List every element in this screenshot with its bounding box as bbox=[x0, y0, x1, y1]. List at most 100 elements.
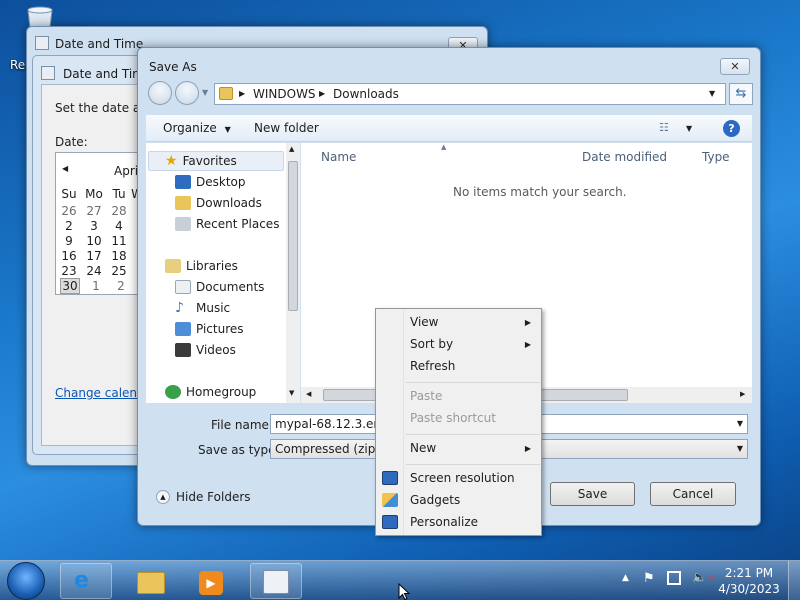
refresh-icon[interactable]: ⇆ bbox=[729, 83, 753, 105]
calendar-day[interactable]: 16 bbox=[58, 249, 80, 263]
calendar-day[interactable]: 10 bbox=[83, 234, 105, 248]
internet-explorer-icon: e bbox=[74, 568, 89, 593]
breadcrumb-separator-icon: ▶ bbox=[239, 89, 246, 98]
start-button[interactable] bbox=[7, 562, 45, 600]
date-label: Date: bbox=[55, 135, 88, 149]
cancel-button[interactable]: Cancel bbox=[650, 482, 736, 506]
calendar-prev-icon[interactable]: ◀ bbox=[62, 164, 68, 173]
calendar-day[interactable]: 1 bbox=[85, 279, 107, 293]
column-header-date-modified[interactable]: Date modified bbox=[582, 150, 667, 164]
menu-item-paste-shortcut[interactable]: Paste shortcut bbox=[410, 411, 496, 425]
sidebar-item-label: Desktop bbox=[196, 175, 246, 189]
calendar-day[interactable]: 4 bbox=[108, 219, 130, 233]
mouse-cursor-icon bbox=[398, 583, 411, 600]
calendar-day[interactable]: 24 bbox=[83, 264, 105, 278]
sidebar-item-videos[interactable]: Videos bbox=[175, 343, 236, 357]
clock-date[interactable]: 4/30/2023 bbox=[718, 582, 780, 596]
calendar-day[interactable]: 9 bbox=[58, 234, 80, 248]
column-header-name[interactable]: Name bbox=[321, 150, 356, 164]
save-as-type-label: Save as type: bbox=[198, 443, 280, 457]
view-options-icon[interactable]: ☷ bbox=[659, 121, 669, 134]
calendar-day[interactable]: 28 bbox=[108, 204, 130, 218]
calendar-day[interactable]: 17 bbox=[83, 249, 105, 263]
organize-label: Organize bbox=[163, 121, 217, 135]
chevron-down-icon: ▼ bbox=[224, 125, 231, 134]
recent-locations-chevron-icon[interactable]: ▼ bbox=[202, 88, 208, 97]
empty-message: No items match your search. bbox=[453, 185, 627, 199]
taskbar-file-explorer[interactable] bbox=[124, 563, 176, 599]
scroll-left-icon[interactable]: ◀ bbox=[306, 390, 311, 398]
clock-time[interactable]: 2:21 PM bbox=[718, 566, 780, 580]
calendar-day[interactable]: 2 bbox=[58, 219, 80, 233]
scrollbar-thumb[interactable] bbox=[288, 161, 298, 311]
sidebar-item-downloads[interactable]: Downloads bbox=[175, 196, 262, 210]
show-desktop-button[interactable] bbox=[788, 561, 800, 600]
calendar-day[interactable]: 26 bbox=[58, 204, 80, 218]
calendar-day[interactable]: 25 bbox=[108, 264, 130, 278]
action-center-flag-icon[interactable]: ⚑ bbox=[643, 571, 655, 586]
homegroup-icon bbox=[165, 385, 181, 399]
column-header-type[interactable]: Type bbox=[702, 150, 730, 164]
save-button[interactable]: Save bbox=[550, 482, 635, 506]
sidebar-item-homegroup[interactable]: Homegroup bbox=[165, 385, 256, 399]
chevron-down-icon[interactable]: ▼ bbox=[709, 89, 715, 98]
breadcrumb-item[interactable]: WINDOWS bbox=[253, 87, 316, 101]
menu-item-refresh[interactable]: Refresh bbox=[410, 359, 455, 373]
submenu-arrow-icon: ▶ bbox=[524, 444, 531, 453]
hide-folders-button[interactable]: ▲ Hide Folders bbox=[156, 490, 251, 504]
address-bar[interactable]: ▶ WINDOWS ▶ Downloads ▼ bbox=[214, 83, 726, 105]
new-folder-button[interactable]: New folder bbox=[254, 121, 319, 135]
chevron-down-icon[interactable]: ▼ bbox=[737, 415, 743, 433]
context-menu: View ▶ Sort by ▶ Refresh Paste Paste sho… bbox=[375, 308, 542, 536]
sort-indicator-icon: ▲ bbox=[441, 143, 447, 151]
network-icon[interactable] bbox=[667, 571, 681, 585]
sidebar-item-pictures[interactable]: Pictures bbox=[175, 322, 244, 336]
documents-icon bbox=[175, 280, 191, 294]
calendar-day[interactable]: 18 bbox=[108, 249, 130, 263]
calendar-day[interactable]: 3 bbox=[83, 219, 105, 233]
chevron-down-icon[interactable]: ▼ bbox=[737, 440, 743, 458]
chevron-down-icon[interactable]: ▼ bbox=[686, 124, 692, 133]
volume-muted-icon[interactable]: 🔈✕ bbox=[692, 570, 715, 584]
sidebar-item-documents[interactable]: Documents bbox=[175, 280, 264, 294]
sidebar-item-desktop[interactable]: Desktop bbox=[175, 175, 246, 189]
calendar-month-label[interactable]: Apri bbox=[114, 164, 138, 178]
weekday-header: Su bbox=[61, 187, 77, 201]
scroll-right-icon[interactable]: ▶ bbox=[740, 390, 745, 398]
menu-item-view[interactable]: View bbox=[410, 315, 438, 329]
taskbar-internet-explorer[interactable]: e bbox=[60, 563, 112, 599]
sidebar-item-music[interactable]: ♪ Music bbox=[175, 301, 230, 315]
videos-icon bbox=[175, 343, 191, 357]
menu-item-paste[interactable]: Paste bbox=[410, 389, 442, 403]
calendar-day[interactable]: 11 bbox=[108, 234, 130, 248]
menu-item-sort-by[interactable]: Sort by bbox=[410, 337, 453, 351]
sidebar-item-recent-places[interactable]: Recent Places bbox=[175, 217, 279, 231]
calendar-day-selected[interactable]: 30 bbox=[60, 278, 80, 294]
calendar-day[interactable]: 23 bbox=[58, 264, 80, 278]
menu-item-screen-resolution[interactable]: Screen resolution bbox=[410, 471, 515, 485]
forward-button[interactable] bbox=[175, 81, 199, 105]
show-hidden-icons-icon[interactable]: ▲ bbox=[622, 573, 629, 583]
breadcrumb-item[interactable]: Downloads bbox=[333, 87, 399, 101]
sidebar-item-libraries[interactable]: Libraries bbox=[165, 259, 238, 273]
calendar-day[interactable]: 27 bbox=[83, 204, 105, 218]
sidebar-item-label: Homegroup bbox=[186, 385, 257, 399]
calendar[interactable]: ◀ Apri Su Mo Tu W 26 27 28 2 3 4 9 10 11… bbox=[55, 152, 145, 295]
folder-icon bbox=[219, 87, 233, 100]
menu-item-personalize[interactable]: Personalize bbox=[410, 515, 478, 529]
calendar-day[interactable]: 2 bbox=[110, 279, 132, 293]
date-time-back-title: Date and Time bbox=[55, 37, 144, 51]
navigation-scrollbar[interactable]: ▲ ▼ bbox=[286, 143, 300, 403]
taskbar-date-time[interactable] bbox=[250, 563, 302, 599]
back-button[interactable] bbox=[148, 81, 172, 105]
scroll-up-icon[interactable]: ▲ bbox=[289, 145, 294, 153]
file-name-label: File name: bbox=[211, 418, 273, 432]
close-button[interactable]: ✕ bbox=[720, 58, 750, 75]
scroll-down-icon[interactable]: ▼ bbox=[289, 389, 294, 397]
help-icon[interactable]: ? bbox=[723, 120, 740, 137]
sidebar-item-favorites[interactable]: ★ Favorites bbox=[165, 154, 237, 168]
menu-item-new[interactable]: New bbox=[410, 441, 436, 455]
menu-item-gadgets[interactable]: Gadgets bbox=[410, 493, 460, 507]
taskbar-media-player[interactable]: ▶ bbox=[184, 563, 236, 599]
organize-button[interactable]: Organize ▼ bbox=[163, 121, 231, 135]
